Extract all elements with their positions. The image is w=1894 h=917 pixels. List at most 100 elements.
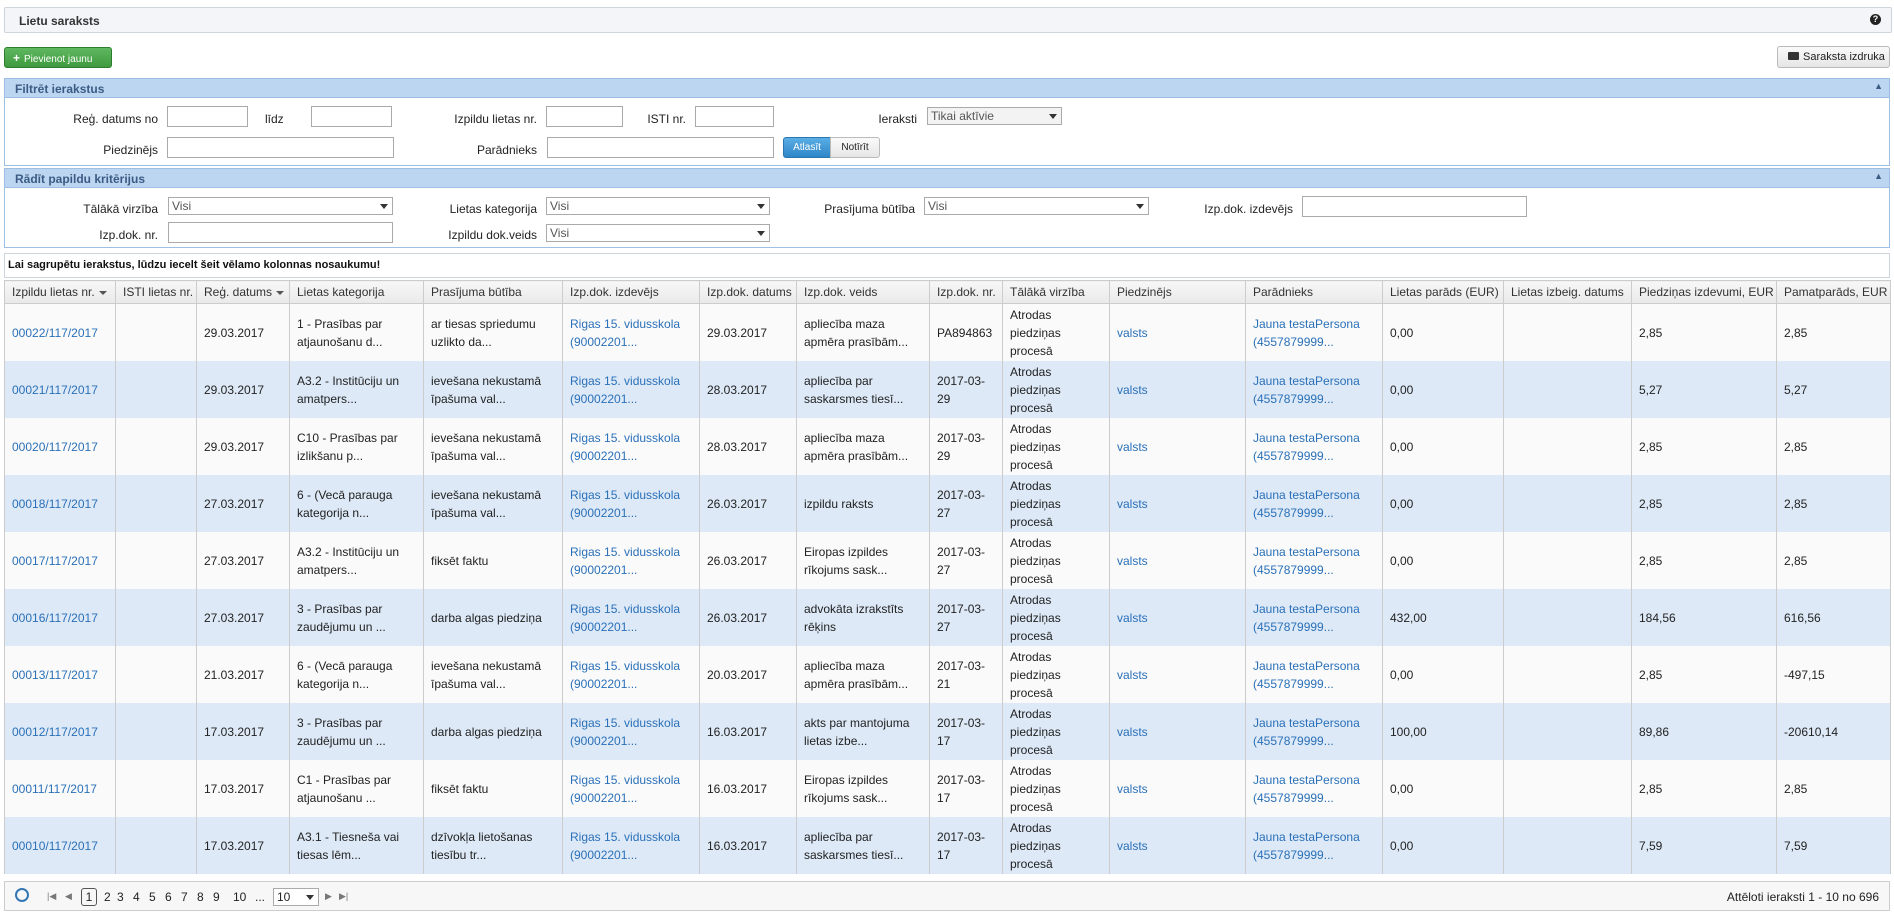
table-cell[interactable]: 00011/117/2017 [4,760,116,817]
cell-link[interactable]: valsts [1117,554,1148,568]
cell-link[interactable]: valsts [1117,497,1148,511]
last-page-icon[interactable]: ▶| [339,891,348,902]
cell-link[interactable]: valsts [1117,383,1148,397]
table-cell[interactable]: Rigas 15. vidusskola (90002201... [562,646,700,703]
collapse-icon[interactable]: ▲ [1874,171,1883,181]
claim-nature-select[interactable]: Visi [924,197,1149,215]
table-cell[interactable]: Jauna testaPersona (4557879999... [1245,303,1383,361]
table-cell[interactable]: valsts [1109,361,1246,418]
table-cell[interactable]: Jauna testaPersona (4557879999... [1245,532,1383,589]
table-cell[interactable]: valsts [1109,418,1246,475]
table-cell[interactable]: valsts [1109,703,1246,760]
column-header[interactable]: Pamatparāds, EUR [1776,280,1891,304]
cell-link[interactable]: Jauna testaPersona (4557879999... [1253,488,1360,520]
filter-section-header[interactable]: Filtrēt ierakstus ▲ [4,78,1890,98]
column-header[interactable]: Prasījuma būtība [423,280,563,304]
table-cell[interactable]: 00012/117/2017 [4,703,116,760]
cell-link[interactable]: valsts [1117,440,1148,454]
cell-link[interactable]: Rigas 15. vidusskola (90002201... [570,431,680,463]
cell-link[interactable]: 00013/117/2017 [12,668,98,682]
cell-link[interactable]: Rigas 15. vidusskola (90002201... [570,830,680,862]
cell-link[interactable]: 00020/117/2017 [12,440,98,454]
extra-criteria-header[interactable]: Rādīt papildu kritērijus ▲ [4,168,1890,188]
first-page-icon[interactable]: |◀ [47,891,56,902]
table-cell[interactable]: valsts [1109,817,1246,874]
page-link[interactable]: 7 [181,890,188,904]
add-new-button[interactable]: + Pievienot jaunu [4,47,112,68]
table-cell[interactable]: valsts [1109,646,1246,703]
cell-link[interactable]: Jauna testaPersona (4557879999... [1253,773,1360,805]
table-cell[interactable]: valsts [1109,589,1246,646]
doc-issuer-input[interactable] [1302,196,1527,217]
column-header[interactable]: Piedzinējs [1109,280,1246,304]
table-cell[interactable]: valsts [1109,303,1246,361]
table-cell[interactable]: valsts [1109,532,1246,589]
table-row[interactable]: 00017/117/2017 27.03.2017 A3.2 - Institūci… [4,532,1891,589]
table-cell[interactable]: valsts [1109,760,1246,817]
page-link[interactable]: 8 [197,890,204,904]
column-header[interactable]: Izp.dok. izdevējs [562,280,700,304]
table-cell[interactable]: Rigas 15. vidusskola (90002201... [562,475,700,532]
cell-link[interactable]: valsts [1117,326,1148,340]
apply-filter-button[interactable]: Atlasīt [783,137,831,158]
collapse-icon[interactable]: ▲ [1874,81,1883,91]
cell-link[interactable]: Jauna testaPersona (4557879999... [1253,545,1360,577]
table-cell[interactable]: 00018/117/2017 [4,475,116,532]
table-row[interactable]: 00016/117/2017 27.03.2017 3 - Prasības par… [4,589,1891,646]
cell-link[interactable]: Jauna testaPersona (4557879999... [1253,374,1360,406]
debtor-input[interactable] [547,137,774,158]
table-cell[interactable]: Jauna testaPersona (4557879999... [1245,760,1383,817]
table-cell[interactable]: 00022/117/2017 [4,303,116,361]
table-cell[interactable]: Jauna testaPersona (4557879999... [1245,361,1383,418]
help-icon[interactable]: ? [1870,14,1881,25]
table-cell[interactable]: Rigas 15. vidusskola (90002201... [562,589,700,646]
cell-link[interactable]: Jauna testaPersona (4557879999... [1253,716,1360,748]
cell-link[interactable]: 00017/117/2017 [12,554,98,568]
table-cell[interactable]: 00020/117/2017 [4,418,116,475]
table-cell[interactable]: Rigas 15. vidusskola (90002201... [562,817,700,874]
page-link[interactable]: ... [255,890,265,904]
table-cell[interactable]: Jauna testaPersona (4557879999... [1245,703,1383,760]
doc-type-select[interactable]: Visi [546,224,770,242]
cell-link[interactable]: 00022/117/2017 [12,326,98,340]
prev-page-icon[interactable]: ◀ [65,891,72,902]
cell-link[interactable]: valsts [1117,782,1148,796]
column-header[interactable]: Lietas izbeig. datums [1503,280,1632,304]
column-header[interactable]: Izp.dok. veids [796,280,930,304]
cell-link[interactable]: 00012/117/2017 [12,725,98,739]
cell-link[interactable]: valsts [1117,725,1148,739]
cell-link[interactable]: valsts [1117,611,1148,625]
cell-link[interactable]: Jauna testaPersona (4557879999... [1253,659,1360,691]
doc-no-input[interactable] [168,222,393,243]
table-cell[interactable]: Rigas 15. vidusskola (90002201... [562,703,700,760]
next-step-select[interactable]: Visi [168,197,393,215]
table-cell[interactable]: Rigas 15. vidusskola (90002201... [562,532,700,589]
cell-link[interactable]: Rigas 15. vidusskola (90002201... [570,317,680,349]
column-header[interactable]: Izp.dok. datums [699,280,797,304]
page-link[interactable]: 5 [149,890,156,904]
table-cell[interactable]: Rigas 15. vidusskola (90002201... [562,303,700,361]
cell-link[interactable]: 00010/117/2017 [12,839,98,853]
isti-no-input[interactable] [695,106,774,127]
table-row[interactable]: 00010/117/2017 17.03.2017 A3.1 - Tiesneša … [4,817,1891,874]
table-cell[interactable]: 00010/117/2017 [4,817,116,874]
cell-link[interactable]: Rigas 15. vidusskola (90002201... [570,488,680,520]
records-select[interactable]: Tikai aktīvie [927,107,1062,125]
page-link[interactable]: 10 [233,890,246,904]
column-header[interactable]: Piedziņas izdevumi, EUR [1631,280,1777,304]
page-size-select[interactable]: 10 [273,888,319,906]
reg-date-from-input[interactable] [167,106,248,127]
next-page-icon[interactable]: ▶ [325,891,332,902]
cell-link[interactable]: Jauna testaPersona (4557879999... [1253,830,1360,862]
table-cell[interactable]: 00021/117/2017 [4,361,116,418]
cell-link[interactable]: valsts [1117,839,1148,853]
table-cell[interactable]: Jauna testaPersona (4557879999... [1245,817,1383,874]
column-header[interactable]: Lietas parāds (EUR) [1382,280,1504,304]
cell-link[interactable]: Rigas 15. vidusskola (90002201... [570,374,680,406]
page-link[interactable]: 3 [117,890,124,904]
table-cell[interactable]: Jauna testaPersona (4557879999... [1245,589,1383,646]
cell-link[interactable]: Rigas 15. vidusskola (90002201... [570,602,680,634]
table-row[interactable]: 00020/117/2017 29.03.2017 C10 - Prasības p… [4,418,1891,475]
table-row[interactable]: 00013/117/2017 21.03.2017 6 - (Vecā paraug… [4,646,1891,703]
clear-filter-button[interactable]: Notīrīt [830,137,880,158]
